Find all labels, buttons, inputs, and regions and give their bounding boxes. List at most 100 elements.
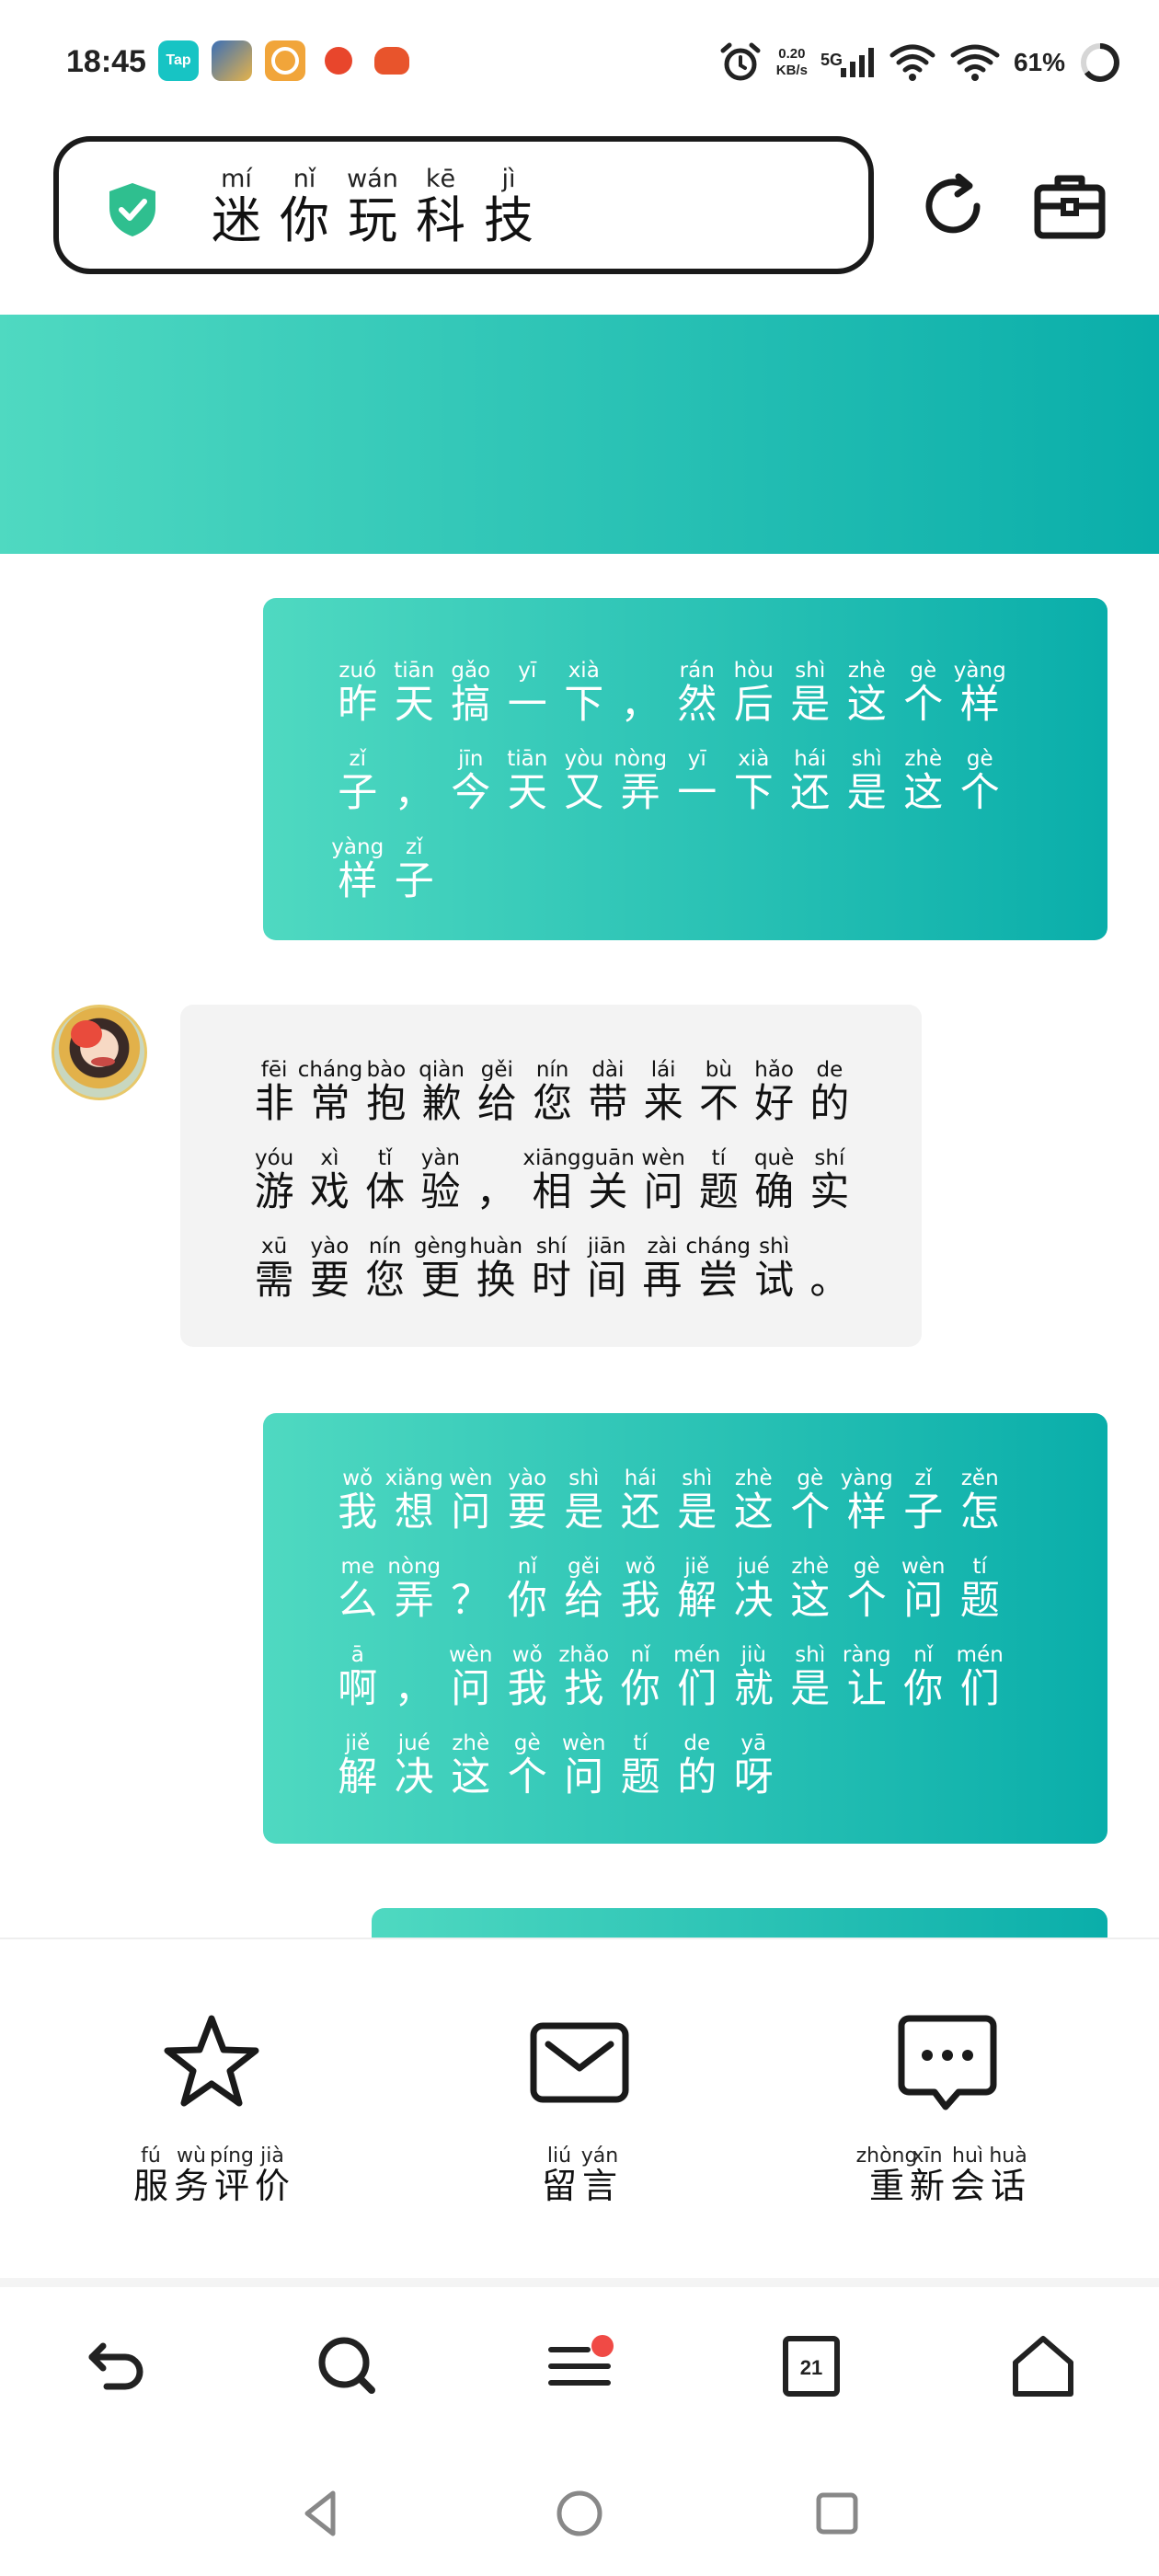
hanzi-text: 子 <box>903 1489 944 1535</box>
pinyin-text: liú <box>546 2145 572 2168</box>
ruby-char: yóu 游 <box>247 1147 302 1214</box>
ruby-char: yī 一 <box>499 660 557 727</box>
avatar <box>52 1005 147 1100</box>
ruby-char: rán 然 <box>669 660 726 727</box>
ruby-char: shì 是 <box>556 1467 613 1535</box>
hanzi-text: 这 <box>733 1489 774 1535</box>
toolbox-button[interactable] <box>1028 166 1111 248</box>
hanzi-text: 再 <box>642 1257 683 1304</box>
pinyin-text: gěi <box>568 1555 601 1580</box>
reload-button[interactable] <box>912 166 995 248</box>
hanzi-text: 给 <box>564 1577 604 1624</box>
pinyin-text: zhè <box>452 1731 490 1756</box>
pinyin-text: yàng <box>953 659 1006 684</box>
pinyin-text: yī <box>687 747 706 772</box>
back-button[interactable] <box>70 2320 162 2412</box>
header-banner <box>0 315 1159 554</box>
pinyin-text: shì <box>851 747 882 772</box>
pinyin-text: gè <box>797 1466 824 1491</box>
ruby-char: shí 时 <box>523 1236 579 1303</box>
tab-count: 21 <box>800 2356 822 2379</box>
message-line: me 么 nòng 弄 ？ nǐ 你 gěi 给 wǒ 我 jiě 解 jué 决 zhè 这 gè 个 wèn 问 t… <box>329 1535 1043 1623</box>
ruby-char: hái 还 <box>782 748 839 815</box>
ruby-char: qiàn 歉 <box>414 1059 469 1126</box>
pinyin-text <box>826 1236 832 1259</box>
pinyin-text: tiān <box>507 747 548 772</box>
ruby-char: yàn 验 <box>413 1147 468 1214</box>
pinyin-text: yàng <box>331 835 384 860</box>
hanzi-text: 题 <box>698 1168 739 1215</box>
status-bar: 18:45 Tap 0.20 KB/s 5G 61% <box>0 0 1159 129</box>
home-circle-icon <box>557 2490 602 2536</box>
pinyin-text: gè <box>910 659 937 684</box>
signal-label: 5G <box>820 51 843 69</box>
hanzi-text: 换 <box>476 1257 516 1304</box>
ruby-char: wán 玩 <box>339 166 407 247</box>
new-conversation-button[interactable]: zhòng 重 xīn 新 huì 会 huà 话 <box>809 1939 1085 2206</box>
ruby-char: zǐ 子 <box>386 836 443 903</box>
ruby-char: yòu 又 <box>556 748 613 815</box>
system-home-button[interactable] <box>543 2477 616 2550</box>
pinyin-text: nòng <box>387 1555 442 1580</box>
toolbox-icon <box>1034 175 1106 239</box>
hanzi-text: 你 <box>507 1577 547 1624</box>
menu-button[interactable] <box>534 2320 625 2412</box>
ruby-char: dài 带 <box>580 1059 636 1126</box>
hanzi-text: 是 <box>846 769 887 816</box>
pinyin-text: jiù <box>740 1643 766 1668</box>
ruby-char: yàng 样 <box>329 836 386 903</box>
hanzi-text: 关 <box>588 1168 628 1215</box>
ruby-char: bù 不 <box>691 1059 746 1126</box>
search-button[interactable] <box>302 2320 394 2412</box>
message-line: zǐ 子 ， jīn 今 tiān 天 yòu 又 nòng 弄 yī 一 xià 下 hái 还 shì 是 zh… <box>329 727 1043 815</box>
hanzi-text: 一 <box>507 681 547 728</box>
system-back-button[interactable] <box>285 2477 359 2550</box>
ruby-char: nòng 弄 <box>386 1556 443 1623</box>
ruby-char: zhòng 重 <box>856 2145 918 2206</box>
hanzi-text: 弄 <box>620 769 660 816</box>
ruby-char: mí 迷 <box>202 166 270 247</box>
hanzi-text: 迷 <box>212 190 261 249</box>
hanzi-text: 让 <box>846 1665 887 1712</box>
hanzi-text: 样 <box>846 1489 887 1535</box>
hanzi-text: ， <box>476 1168 516 1215</box>
pinyin-text: huì <box>952 2145 983 2168</box>
ruby-char: wèn 问 <box>442 1644 499 1711</box>
hanzi-text: 评 <box>213 2166 249 2207</box>
hanzi-text: 解 <box>677 1577 717 1624</box>
pinyin-text: wù <box>177 2145 206 2168</box>
ruby-char: hòu 后 <box>726 660 783 727</box>
wifi-icon-secondary <box>950 44 1000 81</box>
ruby-char: ， <box>468 1147 523 1214</box>
hanzi-text: 技 <box>484 190 534 249</box>
tabs-button[interactable]: 21 <box>765 2320 857 2412</box>
pinyin-text: tí <box>633 1731 648 1756</box>
hanzi-text: 。 <box>809 1257 850 1304</box>
ruby-char: gè 个 <box>895 660 952 727</box>
hanzi-text: 天 <box>507 769 547 816</box>
hanzi-text: 然 <box>677 681 717 728</box>
pinyin-text: gěi <box>480 1058 513 1083</box>
hanzi-text: 样 <box>338 857 378 904</box>
home-button[interactable] <box>997 2320 1089 2412</box>
envelope-icon <box>524 2007 635 2118</box>
address-bar[interactable]: mí 迷 nǐ 你 wán 玩 kē 科 jì 技 <box>53 136 874 274</box>
ruby-char: zhè 这 <box>839 660 896 727</box>
leave-message-button[interactable]: liú 留 yán 言 <box>442 1939 717 2206</box>
message-line: ā啊 ， wèn 问 wǒ 我 zhǎo 找 nǐ 你 mén 们 jiù 就 shì 是 ràng 让 nǐ 你 m… <box>329 1623 1043 1711</box>
hanzi-text: ， <box>394 1665 434 1712</box>
pinyin-text: zǐ <box>349 747 366 772</box>
hanzi-text: 还 <box>620 1489 660 1535</box>
rate-service-button[interactable]: fú 服 wù 务 píng 评 jià 价 <box>74 1939 350 2206</box>
hanzi-text: 天 <box>394 681 434 728</box>
hanzi-text: 不 <box>698 1080 739 1127</box>
menu-icon <box>548 2335 614 2386</box>
ruby-char: tǐ 体 <box>358 1147 413 1214</box>
hanzi-text: 您 <box>533 1080 573 1127</box>
hanzi-text: ？ <box>451 1577 491 1624</box>
ruby-char: tiān 天 <box>386 660 443 727</box>
ruby-char: wǒ 我 <box>613 1556 670 1623</box>
ruby-char: wèn 问 <box>895 1556 952 1623</box>
system-recents-button[interactable] <box>800 2477 874 2550</box>
hanzi-text: 是 <box>790 1665 831 1712</box>
